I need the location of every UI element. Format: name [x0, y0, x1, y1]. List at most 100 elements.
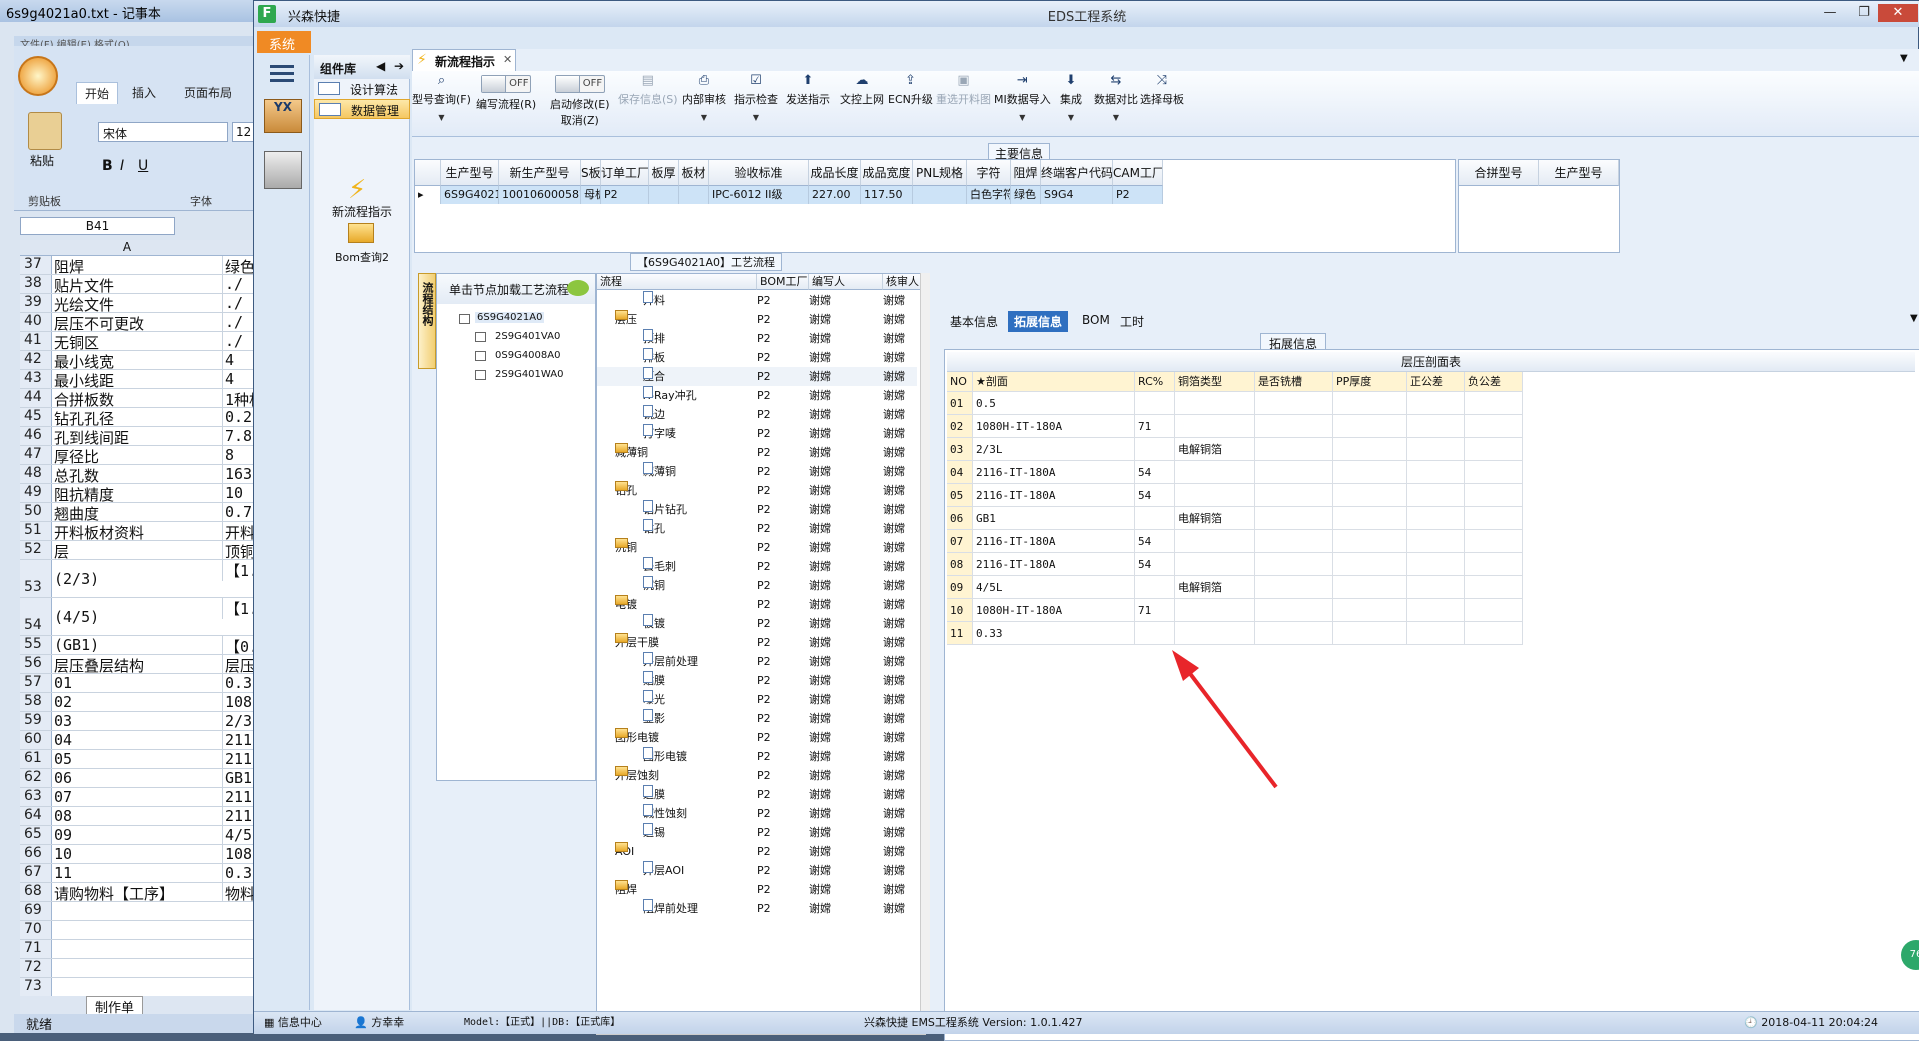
flow-column-header[interactable]: 流程	[597, 274, 757, 290]
flow-cell[interactable]: 谢嫦	[809, 595, 831, 614]
minimize-button[interactable]: —	[1814, 4, 1846, 22]
flow-row[interactable]: −图形电镀P2谢嫦谢嫦已审	[597, 728, 917, 747]
flow-cell[interactable]: 谢嫦	[809, 671, 831, 690]
layer-cell[interactable]	[1333, 507, 1407, 530]
row-number[interactable]: 55	[20, 636, 52, 654]
toolbar-button[interactable]: ☁ 文控上网	[840, 71, 884, 137]
flow-cell[interactable]: P2	[757, 291, 771, 310]
excel-tab-layout[interactable]: 页面布局	[184, 84, 232, 101]
flow-cell[interactable]: P2	[757, 766, 771, 785]
column-header[interactable]: CAM工厂	[1113, 160, 1163, 186]
tree-expand-icon[interactable]	[459, 314, 470, 324]
excel-cell-a[interactable]: 08	[54, 807, 220, 825]
close-icon[interactable]: ✕	[503, 53, 512, 66]
layer-cell[interactable]: 2116-IT-180A	[973, 461, 1135, 484]
flow-row[interactable]: 碱性蚀刻P2谢嫦谢嫦已审	[597, 804, 917, 823]
detail-tab[interactable]: 基本信息	[944, 311, 1004, 332]
chevron-down-icon[interactable]: ▼	[1060, 113, 1082, 122]
toolbar-button[interactable]: ⇪ ECN升级	[888, 71, 933, 137]
flow-cell[interactable]: 谢嫦	[883, 804, 905, 823]
flow-cell[interactable]: P2	[757, 348, 771, 367]
grid-cell[interactable]	[913, 186, 967, 204]
off-toggle[interactable]: OFF	[481, 75, 532, 93]
column-header[interactable]: 板材	[679, 160, 709, 186]
flow-cell[interactable]: 谢嫦	[883, 405, 905, 424]
flow-cell[interactable]: 谢嫦	[809, 690, 831, 709]
layer-cell[interactable]: 54	[1135, 530, 1175, 553]
flow-cell[interactable]: P2	[757, 405, 771, 424]
flow-cell[interactable]: 谢嫦	[883, 291, 905, 310]
layer-cell[interactable]	[1255, 553, 1333, 576]
flow-cell[interactable]: 谢嫦	[809, 804, 831, 823]
flow-cell[interactable]: 谢嫦	[809, 614, 831, 633]
flow-row[interactable]: 退锡P2谢嫦谢嫦已审	[597, 823, 917, 842]
toolbar-button[interactable]: ⬆ 发送指示	[786, 71, 830, 137]
flow-cell[interactable]: 谢嫦	[883, 747, 905, 766]
layer-cell[interactable]	[1333, 484, 1407, 507]
layer-cell[interactable]: GB1	[973, 507, 1135, 530]
excel-cell-a[interactable]: 厚径比	[54, 446, 220, 464]
flow-cell[interactable]: 谢嫦	[809, 481, 831, 500]
toolbar-button[interactable]: ⤨ 选择母板	[1140, 71, 1184, 137]
flow-row[interactable]: −外层蚀刻P2谢嫦谢嫦已审	[597, 766, 917, 785]
row-number[interactable]: 44	[20, 389, 52, 407]
layer-cell[interactable]	[1255, 622, 1333, 645]
row-number[interactable]: 73	[20, 978, 52, 996]
flow-node[interactable]: 显影	[643, 709, 735, 728]
layer-row-no[interactable]: 03	[947, 438, 973, 461]
flow-cell[interactable]: 谢嫦	[809, 538, 831, 557]
layer-cell[interactable]	[1407, 415, 1465, 438]
paste-icon[interactable]	[28, 112, 62, 150]
flow-cell[interactable]: P2	[757, 690, 771, 709]
flow-cell[interactable]: P2	[757, 519, 771, 538]
layer-column-header[interactable]: RC%	[1135, 372, 1175, 392]
chevron-down-icon[interactable]: ▼	[1904, 311, 1919, 326]
flow-cell[interactable]: 谢嫦	[809, 823, 831, 842]
excel-cell-a[interactable]: 贴片文件	[54, 275, 220, 293]
flow-cell[interactable]: 谢嫦	[883, 519, 905, 538]
notepad-title[interactable]: 6s9g4021a0.txt - 记事本	[0, 0, 260, 22]
row-number[interactable]: 68	[20, 883, 52, 901]
layer-row-no[interactable]: 01	[947, 392, 973, 415]
excel-cell-a[interactable]: 翘曲度	[54, 503, 220, 521]
flow-node[interactable]: 外层AOI	[643, 861, 735, 880]
excel-cell-a[interactable]: 层压叠层结构	[54, 655, 220, 673]
layer-row-no[interactable]: 05	[947, 484, 973, 507]
flow-node[interactable]: −阻焊	[615, 880, 707, 899]
flow-node[interactable]: 碱性蚀刻	[643, 804, 735, 823]
flow-node[interactable]: 去毛刺	[643, 557, 735, 576]
layer-cell[interactable]	[1135, 622, 1175, 645]
layer-cell[interactable]	[1175, 553, 1255, 576]
row-number[interactable]: 51	[20, 522, 52, 540]
flow-cell[interactable]: 谢嫦	[883, 728, 905, 747]
row-number[interactable]: 49	[20, 484, 52, 502]
excel-cell-a[interactable]: 11	[54, 864, 220, 882]
flow-vertical-scrollbar[interactable]	[920, 273, 930, 1021]
flow-cell[interactable]: P2	[757, 500, 771, 519]
layer-cell[interactable]: 54	[1135, 484, 1175, 507]
flow-cell[interactable]: 谢嫦	[883, 386, 905, 405]
layer-cell[interactable]: 54	[1135, 461, 1175, 484]
excel-cell-a[interactable]: 钻孔孔径	[54, 408, 220, 426]
row-number[interactable]: 45	[20, 408, 52, 426]
row-number[interactable]: 40	[20, 313, 52, 331]
flow-node[interactable]: 铣边	[643, 405, 735, 424]
flow-cell[interactable]: 谢嫦	[809, 576, 831, 595]
layer-cell[interactable]	[1407, 438, 1465, 461]
excel-cell-a[interactable]: 03	[54, 712, 220, 730]
layer-row-no[interactable]: 08	[947, 553, 973, 576]
layer-cell[interactable]	[1407, 553, 1465, 576]
flow-row[interactable]: 铣边P2谢嫦谢嫦已审	[597, 405, 917, 424]
flow-node[interactable]: −沉铜	[615, 538, 707, 557]
flow-row[interactable]: 预排P2谢嫦谢嫦已审	[597, 329, 917, 348]
flow-node[interactable]: 打字唛	[643, 424, 735, 443]
layer-column-header[interactable]: NO	[947, 372, 973, 392]
flow-row[interactable]: 打字唛P2谢嫦谢嫦已审	[597, 424, 917, 443]
pin-icon[interactable]: ➔	[394, 59, 404, 73]
excel-cell-a[interactable]: 阻焊	[54, 256, 220, 274]
flow-cell[interactable]: 谢嫦	[809, 842, 831, 861]
flow-row[interactable]: −AOIP2谢嫦谢嫦已审	[597, 842, 917, 861]
row-number[interactable]: 50	[20, 503, 52, 521]
flow-node[interactable]: 沉铜	[643, 576, 735, 595]
flow-cell[interactable]: P2	[757, 310, 771, 329]
